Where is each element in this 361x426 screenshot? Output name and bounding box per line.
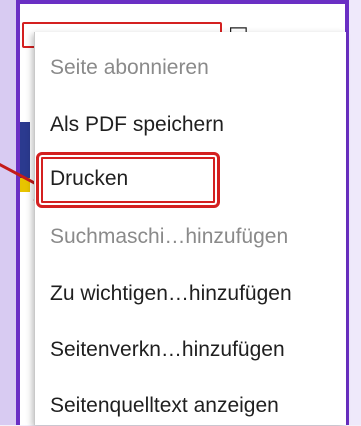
menu-item-zu-wichtigen-hinzufuegen[interactable]: Zu wichtigen…hinzufügen: [50, 274, 292, 314]
annotation-highlight-box: [36, 152, 220, 208]
menu-item-seitenquelltext-anzeigen[interactable]: Seitenquelltext anzeigen: [50, 386, 279, 426]
menu-item-als-pdf-speichern[interactable]: Als PDF speichern: [50, 105, 224, 145]
page-banner-strip: [20, 122, 30, 178]
menu-item-seitenverknuepfung-hinzufuegen[interactable]: Seitenverkn…hinzufügen: [50, 330, 285, 370]
overflow-menu: Seite abonnieren Als PDF speichern Druck…: [34, 32, 346, 425]
right-background: [349, 0, 361, 425]
menu-item-seite-abonnieren[interactable]: Seite abonnieren: [50, 48, 209, 88]
menu-item-suchmaschine-hinzufuegen[interactable]: Suchmaschi…hinzufügen: [50, 217, 288, 257]
left-background: [0, 0, 16, 425]
